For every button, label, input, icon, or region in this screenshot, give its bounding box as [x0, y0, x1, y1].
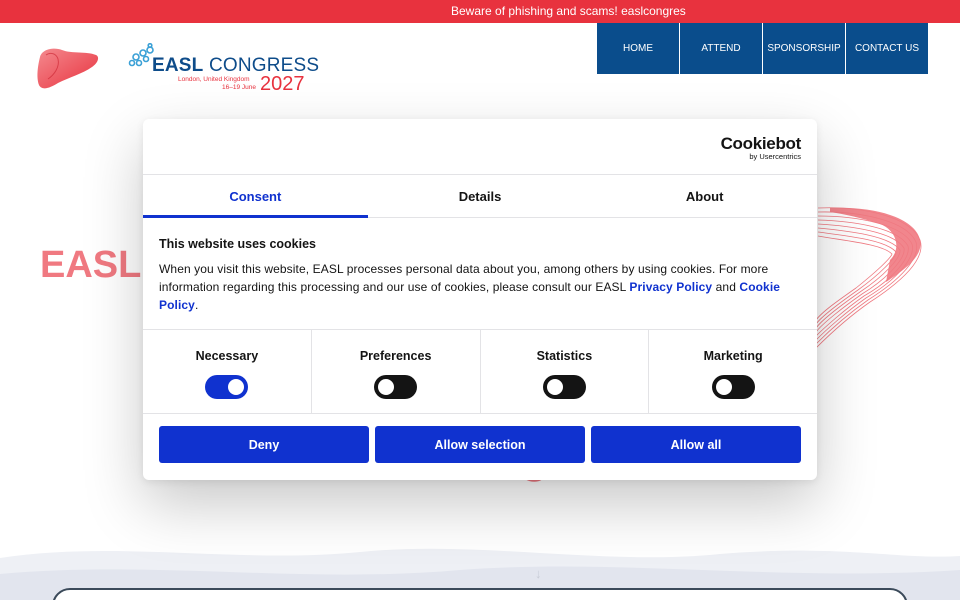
page: Beware of phishing and scams! easlcongre… [0, 0, 960, 600]
privacy-policy-link[interactable]: Privacy Policy [629, 280, 712, 294]
easl-congress-logo[interactable]: EASL CONGRESS London, United Kingdom 16–… [128, 43, 319, 97]
nav-attend[interactable]: ATTEND [680, 23, 762, 74]
cookiebot-brand: Cookiebot [720, 134, 802, 153]
cookiebot-logo[interactable]: Cookiebot by Usercentrics [720, 134, 802, 161]
category-marketing: Marketing [649, 330, 817, 413]
phishing-alert-bar: Beware of phishing and scams! easlcongre… [0, 0, 960, 23]
cookiebot-brand-sub: by Usercentrics [749, 152, 801, 161]
site-header: EASL CONGRESS London, United Kingdom 16–… [0, 23, 960, 103]
tab-details[interactable]: Details [368, 175, 593, 217]
marketing-toggle[interactable] [711, 375, 755, 399]
allow-selection-button[interactable]: Allow selection [375, 426, 585, 463]
tab-about[interactable]: About [592, 175, 817, 217]
toggle-knob [715, 379, 732, 395]
bottom-card [52, 588, 908, 600]
dialog-header: Cookiebot by Usercentrics [143, 119, 817, 175]
nav-sponsorship[interactable]: SPONSORSHIP [763, 23, 845, 74]
category-label: Marketing [703, 349, 763, 363]
consent-body: This website uses cookies When you visit… [143, 218, 817, 330]
statistics-toggle[interactable] [542, 375, 586, 399]
tab-consent[interactable]: Consent [143, 175, 368, 218]
toggle-knob [228, 379, 245, 395]
toggle-knob [546, 379, 563, 395]
logo-location: London, United Kingdom [178, 76, 250, 83]
category-statistics: Statistics [481, 330, 650, 413]
scroll-down-icon[interactable]: ↓ [535, 566, 542, 581]
nav-home[interactable]: HOME [597, 23, 679, 74]
logo-year: 2027 [260, 73, 305, 95]
allow-all-button[interactable]: Allow all [591, 426, 801, 463]
dialog-actions: Deny Allow selection Allow all [143, 414, 817, 463]
alert-text: Beware of phishing and scams! easlcongre… [451, 4, 686, 18]
dialog-tabs: Consent Details About [143, 175, 817, 218]
cookie-consent-dialog: Cookiebot by Usercentrics Consent Detail… [143, 119, 817, 480]
category-necessary: Necessary [143, 330, 312, 413]
category-label: Preferences [359, 349, 432, 363]
consent-text: When you visit this website, EASL proces… [159, 262, 781, 312]
toggle-knob [378, 379, 395, 395]
nav-contact-us[interactable]: CONTACT US [846, 23, 928, 74]
main-nav: HOME ATTEND SPONSORSHIP CONTACT US [597, 23, 929, 74]
consent-heading: This website uses cookies [159, 237, 317, 251]
category-label: Necessary [195, 349, 259, 363]
deny-button[interactable]: Deny [159, 426, 369, 463]
necessary-toggle[interactable] [205, 375, 249, 399]
category-label: Statistics [536, 349, 593, 363]
cookie-categories: Necessary Preferences Statistics Marketi… [143, 330, 817, 414]
preferences-toggle[interactable] [374, 375, 418, 399]
logo-dates: 16–19 June [222, 84, 256, 91]
liver-logo-icon[interactable] [36, 47, 100, 91]
category-preferences: Preferences [312, 330, 481, 413]
